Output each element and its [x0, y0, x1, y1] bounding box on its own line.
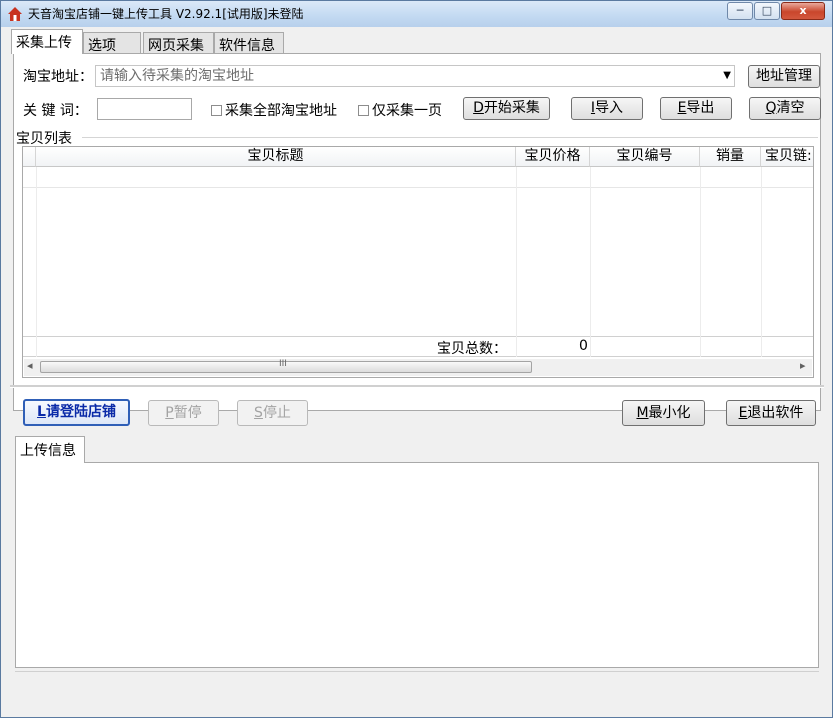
tab-upload-info[interactable]: 上传信息: [15, 436, 85, 463]
shortcut-key: L: [37, 404, 46, 420]
group-box-border: [82, 137, 818, 138]
scroll-right-icon[interactable]: ▸: [800, 359, 806, 372]
maximize-window-button[interactable]: □: [754, 2, 780, 20]
button-label: 开始采集: [483, 100, 540, 116]
taobao-url-placeholder: 请输入待采集的淘宝地址: [100, 68, 254, 84]
column-header-price[interactable]: 宝贝价格: [516, 147, 590, 167]
upload-log-area[interactable]: [15, 462, 819, 668]
grid-col-line: [761, 167, 762, 357]
button-label: 暂停: [173, 405, 202, 421]
row-header-corner: [23, 147, 36, 167]
house-icon: [8, 7, 22, 21]
button-label: 请登陆店铺: [45, 404, 116, 420]
tab-web-collect[interactable]: 网页采集: [143, 32, 214, 54]
total-count-label: 宝贝总数：: [437, 341, 507, 357]
checkbox-box[interactable]: [211, 104, 222, 116]
export-button[interactable]: E导出: [660, 97, 732, 120]
collect-all-urls-checkbox[interactable]: 采集全部淘宝地址: [211, 100, 337, 120]
taobao-url-combobox[interactable]: 请输入待采集的淘宝地址 ▼: [95, 65, 735, 87]
tab-collect-upload[interactable]: 采集上传: [11, 29, 83, 54]
total-count-value: 0: [579, 338, 588, 354]
button-label: 导入: [595, 100, 624, 116]
grid-col-line: [516, 167, 517, 357]
minimize-window-button[interactable]: ─: [727, 2, 753, 20]
shortcut-key: S: [254, 405, 263, 421]
keyword-label: 关 键 词：: [23, 103, 88, 119]
collect-one-page-checkbox[interactable]: 仅采集一页: [358, 100, 442, 120]
scrollbar-grip-icon: III: [279, 359, 287, 369]
shortcut-key: Q: [765, 100, 777, 116]
grid-row-line: [23, 187, 813, 188]
shortcut-key: M: [636, 405, 649, 421]
button-label: 退出软件: [747, 405, 804, 421]
login-shop-button[interactable]: L请登陆店铺: [23, 399, 130, 426]
address-manage-button[interactable]: 地址管理: [748, 65, 820, 88]
grid-col-line: [590, 167, 591, 357]
taobao-url-label: 淘宝地址：: [23, 69, 93, 85]
window-title: 天音淘宝店铺一键上传工具 V2.92.1[试用版]未登陆: [28, 7, 304, 21]
stop-button[interactable]: S停止: [237, 400, 308, 426]
grid-row-line: [23, 356, 813, 357]
button-label: 导出: [686, 100, 715, 116]
keyword-input[interactable]: [97, 98, 192, 120]
horizontal-scrollbar[interactable]: ◂ III ▸: [24, 359, 812, 376]
grid-col-line: [700, 167, 701, 357]
separator: [10, 385, 824, 388]
collect-one-page-label: 仅采集一页: [372, 103, 442, 119]
shortcut-key: P: [165, 405, 174, 421]
clear-button[interactable]: Q清空: [749, 97, 821, 120]
item-list-group-label: 宝贝列表: [16, 131, 72, 147]
chevron-down-icon[interactable]: ▼: [723, 66, 731, 86]
column-header-title[interactable]: 宝贝标题: [36, 147, 516, 167]
close-window-button[interactable]: x: [781, 2, 825, 20]
item-list-grid[interactable]: 宝贝标题 宝贝价格 宝贝编号 销量 宝贝链: 宝贝总数： 0 ◂ III ▸: [22, 146, 814, 378]
tab-software-info[interactable]: 软件信息: [214, 32, 284, 54]
grid-row-line: [23, 336, 813, 337]
collect-all-urls-label: 采集全部淘宝地址: [225, 103, 337, 119]
title-bar[interactable]: 天音淘宝店铺一键上传工具 V2.92.1[试用版]未登陆 ─ □ x: [1, 1, 832, 27]
grid-col-line: [36, 167, 37, 357]
scrollbar-thumb[interactable]: III: [40, 359, 532, 373]
status-bar: [15, 671, 819, 708]
app-window: 天音淘宝店铺一键上传工具 V2.92.1[试用版]未登陆 ─ □ x 采集上传 …: [0, 0, 833, 718]
checkbox-box[interactable]: [358, 104, 369, 116]
client-area: 采集上传 选项 网页采集 软件信息 淘宝地址： 请输入待采集的淘宝地址 ▼ 地址…: [8, 28, 826, 712]
button-label: 清空: [776, 100, 805, 116]
shortcut-key: D: [473, 100, 484, 116]
pause-button[interactable]: P暂停: [148, 400, 219, 426]
button-label: 最小化: [648, 405, 691, 421]
exit-app-button[interactable]: E退出软件: [726, 400, 816, 426]
tab-options[interactable]: 选项: [83, 32, 141, 54]
column-header-item-id[interactable]: 宝贝编号: [590, 147, 700, 167]
column-header-sales[interactable]: 销量: [700, 147, 761, 167]
start-collect-button[interactable]: D开始采集: [463, 97, 550, 120]
minimize-app-button[interactable]: M最小化: [622, 400, 705, 426]
button-label: 停止: [262, 405, 291, 421]
column-header-link[interactable]: 宝贝链:: [761, 147, 813, 167]
import-button[interactable]: I导入: [571, 97, 643, 120]
scroll-left-icon[interactable]: ◂: [27, 359, 33, 372]
